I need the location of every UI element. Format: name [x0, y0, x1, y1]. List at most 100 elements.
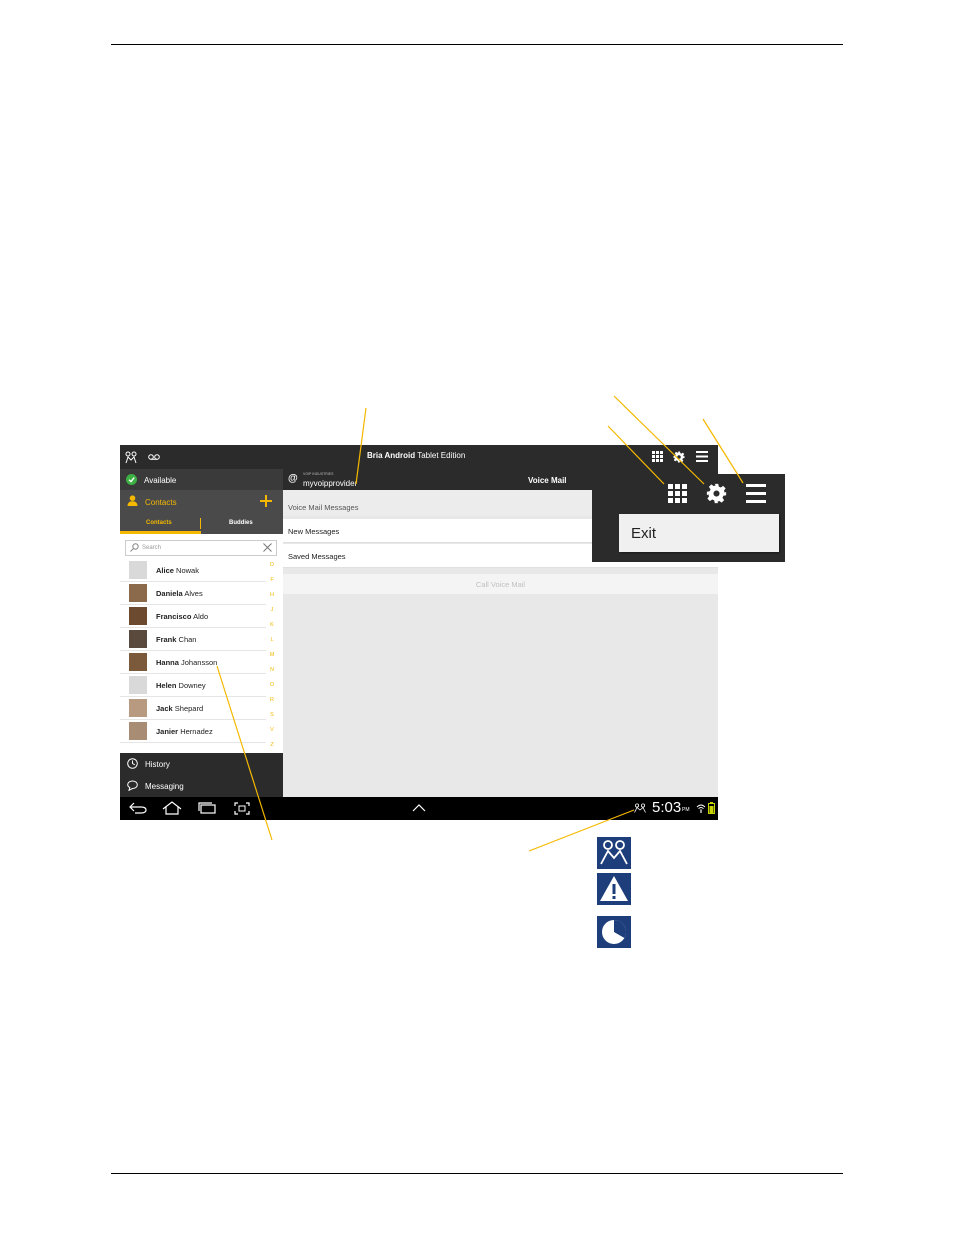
- avatar: [129, 584, 147, 602]
- clock-time: 5:03: [652, 799, 682, 816]
- contact-name: Francisco Aldo: [156, 612, 209, 621]
- alpha-index-letter[interactable]: D: [266, 562, 278, 568]
- clear-icon[interactable]: [263, 543, 272, 552]
- voicemail-section-title: Voice Mail Messages: [288, 503, 359, 512]
- screenshot-icon[interactable]: [234, 802, 250, 815]
- list-item[interactable]: Alice Nowak: [120, 559, 266, 582]
- tab-divider: [200, 518, 201, 529]
- gear-icon[interactable]: [673, 451, 685, 463]
- alpha-index-letter[interactable]: M: [266, 652, 278, 658]
- nav-history-label: History: [145, 760, 170, 769]
- avatar: [129, 722, 147, 740]
- search-placeholder: Search: [142, 545, 162, 551]
- contacts-label: Contacts: [145, 498, 177, 507]
- warning-icon: [597, 873, 631, 905]
- menu-icon[interactable]: [746, 484, 766, 503]
- menu-icon[interactable]: [696, 451, 708, 462]
- contact-name: Hanna Johansson: [156, 658, 218, 667]
- contact-name: Daniela Alves: [156, 589, 203, 598]
- header-rule: [111, 44, 843, 45]
- presence-icon: [634, 803, 646, 813]
- alpha-index-letter[interactable]: S: [266, 712, 278, 718]
- avatar: [129, 561, 147, 579]
- avatar: [129, 630, 147, 648]
- back-icon[interactable]: [129, 802, 147, 814]
- list-item[interactable]: Francisco Aldo: [120, 605, 266, 628]
- overflow-menu: Exit: [619, 514, 779, 552]
- presence-icon: [597, 837, 631, 869]
- wifi-icon: [696, 804, 706, 813]
- contact-name: Helen Downey: [156, 681, 206, 690]
- nav-messaging-label: Messaging: [145, 782, 184, 791]
- avatar: [129, 653, 147, 671]
- alpha-index-letter[interactable]: Z: [266, 742, 278, 748]
- nav-history[interactable]: History: [120, 753, 283, 775]
- exit-menu-item[interactable]: Exit: [631, 525, 656, 542]
- nav-messaging[interactable]: Messaging: [120, 775, 283, 797]
- recent-apps-icon[interactable]: [198, 802, 216, 814]
- presence-status[interactable]: Available: [120, 469, 283, 490]
- panel-title: Voice Mail: [528, 476, 567, 485]
- dialpad-icon[interactable]: [668, 484, 687, 503]
- top-action-bar: Bria Android Tablet Edition: [120, 445, 718, 469]
- status-label: Available: [144, 476, 177, 485]
- avatar: [129, 676, 147, 694]
- add-icon[interactable]: [260, 495, 272, 507]
- zoomed-action-bar: Exit: [592, 474, 785, 562]
- alpha-index-letter[interactable]: N: [266, 667, 278, 673]
- contact-tabs: Contacts Buddies: [120, 512, 283, 534]
- account-subtitle: VOIP INDUSTRIES: [303, 472, 334, 476]
- alpha-index-letter[interactable]: V: [266, 727, 278, 733]
- alpha-index-letter[interactable]: L: [266, 637, 278, 643]
- search-input[interactable]: Search: [125, 540, 277, 556]
- voicemail-icon[interactable]: [148, 453, 160, 461]
- list-item[interactable]: Jack Shepard: [120, 697, 266, 720]
- bria-logo-icon: [125, 451, 137, 464]
- new-messages-label: New Messages: [288, 527, 340, 536]
- contact-name: Jack Shepard: [156, 704, 204, 713]
- system-bar: 5:03 PM: [120, 797, 718, 820]
- chat-icon: [127, 780, 138, 791]
- alpha-index-letter[interactable]: R: [266, 697, 278, 703]
- alpha-index-letter[interactable]: O: [266, 682, 278, 688]
- list-item[interactable]: Frank Chan: [120, 628, 266, 651]
- avatar: [129, 607, 147, 625]
- saved-messages-label: Saved Messages: [288, 552, 346, 561]
- contact-name: Alice Nowak: [156, 566, 199, 575]
- call-voice-mail-label: Call Voice Mail: [475, 580, 526, 589]
- account-name[interactable]: myvoipprovider: [303, 479, 357, 488]
- at-icon: @: [288, 473, 298, 484]
- app-title-bold: Bria Android: [367, 451, 416, 460]
- pie-icon: [597, 916, 631, 948]
- footer-rule: [111, 1173, 843, 1174]
- list-item[interactable]: Daniela Alves: [120, 582, 266, 605]
- list-item[interactable]: Janier Hernadez: [120, 720, 266, 743]
- alpha-index-letter[interactable]: K: [266, 622, 278, 628]
- dialpad-icon[interactable]: [652, 451, 663, 462]
- tab-buddies[interactable]: Buddies: [229, 520, 253, 526]
- contacts-header: Contacts: [120, 490, 283, 512]
- search-icon: [130, 543, 139, 552]
- contacts-pane: Available Contacts Contacts Buddies Sear…: [120, 469, 283, 797]
- tab-contacts[interactable]: Contacts: [146, 520, 172, 526]
- battery-icon: [708, 802, 715, 814]
- contact-name: Frank Chan: [156, 635, 197, 644]
- contact-name: Janier Hernadez: [156, 727, 213, 736]
- clock-icon: [127, 758, 138, 769]
- alpha-index-letter[interactable]: J: [266, 607, 278, 613]
- list-item[interactable]: Helen Downey: [120, 674, 266, 697]
- app-title: Bria Android Tablet Edition: [367, 451, 465, 460]
- up-arrow-icon[interactable]: [412, 804, 426, 812]
- list-item[interactable]: Hanna Johansson: [120, 651, 266, 674]
- call-voice-mail-button[interactable]: Call Voice Mail: [283, 574, 718, 594]
- alpha-index-letter[interactable]: H: [266, 592, 278, 598]
- app-title-rest: Tablet Edition: [415, 451, 466, 460]
- tab-active-indicator: [120, 531, 201, 534]
- gear-icon[interactable]: [706, 483, 727, 504]
- check-icon: [126, 474, 137, 485]
- clock-ampm: PM: [682, 807, 690, 813]
- avatar: [129, 699, 147, 717]
- home-icon[interactable]: [162, 801, 182, 815]
- person-icon: [127, 495, 138, 506]
- alpha-index-letter[interactable]: F: [266, 577, 278, 583]
